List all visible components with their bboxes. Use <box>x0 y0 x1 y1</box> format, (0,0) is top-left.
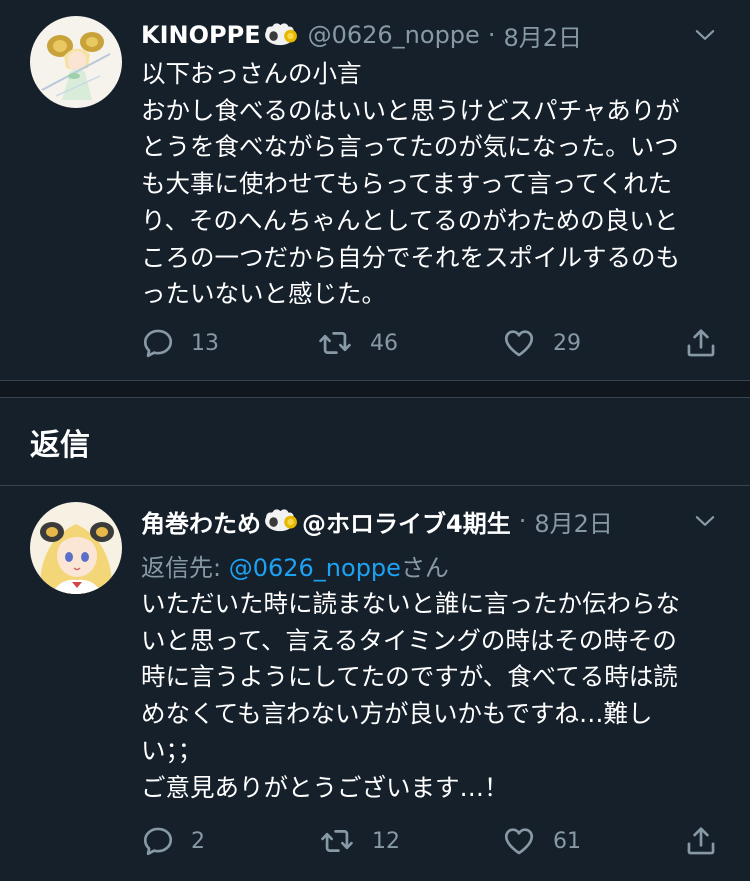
tweet-text-line: めなくても言わない方が良いかもですね…難し <box>141 699 653 729</box>
tweet-text-line: ったいないと感じた。 <box>141 279 386 309</box>
retweet-icon <box>318 824 356 858</box>
tweet-text-line: おかし食べるのはいいと思うけどスパチャありが <box>141 95 680 125</box>
tweet-date[interactable]: 8月2日 <box>503 18 582 53</box>
tweet-text-line: い；； <box>141 735 203 765</box>
heart-icon <box>501 326 537 360</box>
tweet-text-line: 時に言うようにしてたのですが、食べてる時は読 <box>141 662 678 692</box>
heart-icon <box>501 824 537 858</box>
reply-button[interactable]: 13 <box>141 326 219 360</box>
tweet-text-line: いただいた時に読まないと誰に言ったか伝わらな <box>141 589 680 618</box>
like-button[interactable]: 29 <box>501 326 581 360</box>
share-icon <box>684 824 718 858</box>
reply-icon <box>141 326 175 360</box>
user-handle[interactable]: @0626_noppe <box>308 21 480 49</box>
tweet-text-line: 以下おっさんの小言 <box>141 59 362 88</box>
retweet-count: 12 <box>372 828 400 854</box>
tweet-reply[interactable]: 角巻わため @ホロライブ4期生 · 8月2日 返信先: @0626_noppeさ… <box>0 486 750 881</box>
tweet-text-line: いと思って、言えるタイミングの時はその時その <box>141 625 677 655</box>
retweet-button[interactable]: 12 <box>318 824 400 858</box>
tweet-text-line: とうを食べながら言ってたのが気になった。いつ <box>141 132 679 162</box>
tweet-text: いただいた時に読まないと誰に言ったか伝わらな いと思って、言えるタイミングの時は… <box>141 586 731 806</box>
tweet-text-line: り、そのへんちゃんとしてるのがわための良いと <box>141 205 679 235</box>
retweet-count: 46 <box>370 330 398 356</box>
tweet-header: KINOPPE @0626_noppe · 8月2日 <box>141 17 750 53</box>
tweet-actions: 2 12 61 <box>0 822 750 862</box>
chevron-down-icon <box>692 508 718 534</box>
tweet-text-line: ころの一つだから自分でそれをスポイルするのも <box>141 242 680 272</box>
like-button[interactable]: 61 <box>501 824 581 858</box>
tweet-text: 以下おっさんの小言 おかし食べるのはいいと思うけどスパチャありが とうを食べなが… <box>141 56 731 313</box>
display-name-suffix[interactable]: @ホロライブ4期生 <box>302 504 511 539</box>
avatar[interactable] <box>30 16 122 108</box>
separator-dot: · <box>518 507 527 535</box>
sheep-emoji-icon <box>264 509 298 533</box>
like-count: 61 <box>553 828 581 854</box>
reply-to-mention[interactable]: @0626_noppe <box>229 554 401 582</box>
tweet-date[interactable]: 8月2日 <box>534 504 613 539</box>
reply-icon <box>141 824 175 858</box>
tweet-header: 角巻わため @ホロライブ4期生 · 8月2日 <box>141 503 750 539</box>
reply-count: 13 <box>191 330 219 356</box>
sheep-emoji-icon <box>264 23 298 47</box>
display-name[interactable]: 角巻わため <box>141 504 261 539</box>
tweet-actions: 13 46 29 <box>0 324 750 364</box>
separator-dot: · <box>487 21 496 49</box>
reply-to-line: 返信先: @0626_noppeさん <box>141 548 449 583</box>
reply-button[interactable]: 2 <box>141 824 205 858</box>
reply-to-suffix: さん <box>400 554 449 582</box>
share-button[interactable] <box>684 326 718 360</box>
anime-girl-with-horns-avatar-icon <box>30 16 122 108</box>
tweet-original[interactable]: KINOPPE @0626_noppe · 8月2日 以下おっさんの小言 おかし… <box>0 0 750 380</box>
avatar[interactable] <box>30 502 122 594</box>
share-button[interactable] <box>684 824 718 858</box>
chevron-down-icon <box>692 22 718 48</box>
more-options-button[interactable] <box>692 508 718 538</box>
replies-heading: 返信 <box>30 428 90 463</box>
tweet-text-line: も大事に使わせてもらってますって言ってくれた <box>141 169 673 199</box>
reply-to-label: 返信先: <box>141 554 229 582</box>
like-count: 29 <box>553 330 581 356</box>
share-icon <box>684 326 718 360</box>
more-options-button[interactable] <box>692 22 718 52</box>
section-separator <box>0 380 750 398</box>
reply-count: 2 <box>191 828 205 854</box>
retweet-button[interactable]: 46 <box>316 326 398 360</box>
blonde-sheep-girl-avatar-icon <box>30 502 122 594</box>
retweet-icon <box>316 326 354 360</box>
tweet-text-line: ご意見ありがとうございます…！ <box>141 772 509 802</box>
display-name[interactable]: KINOPPE <box>141 21 261 49</box>
